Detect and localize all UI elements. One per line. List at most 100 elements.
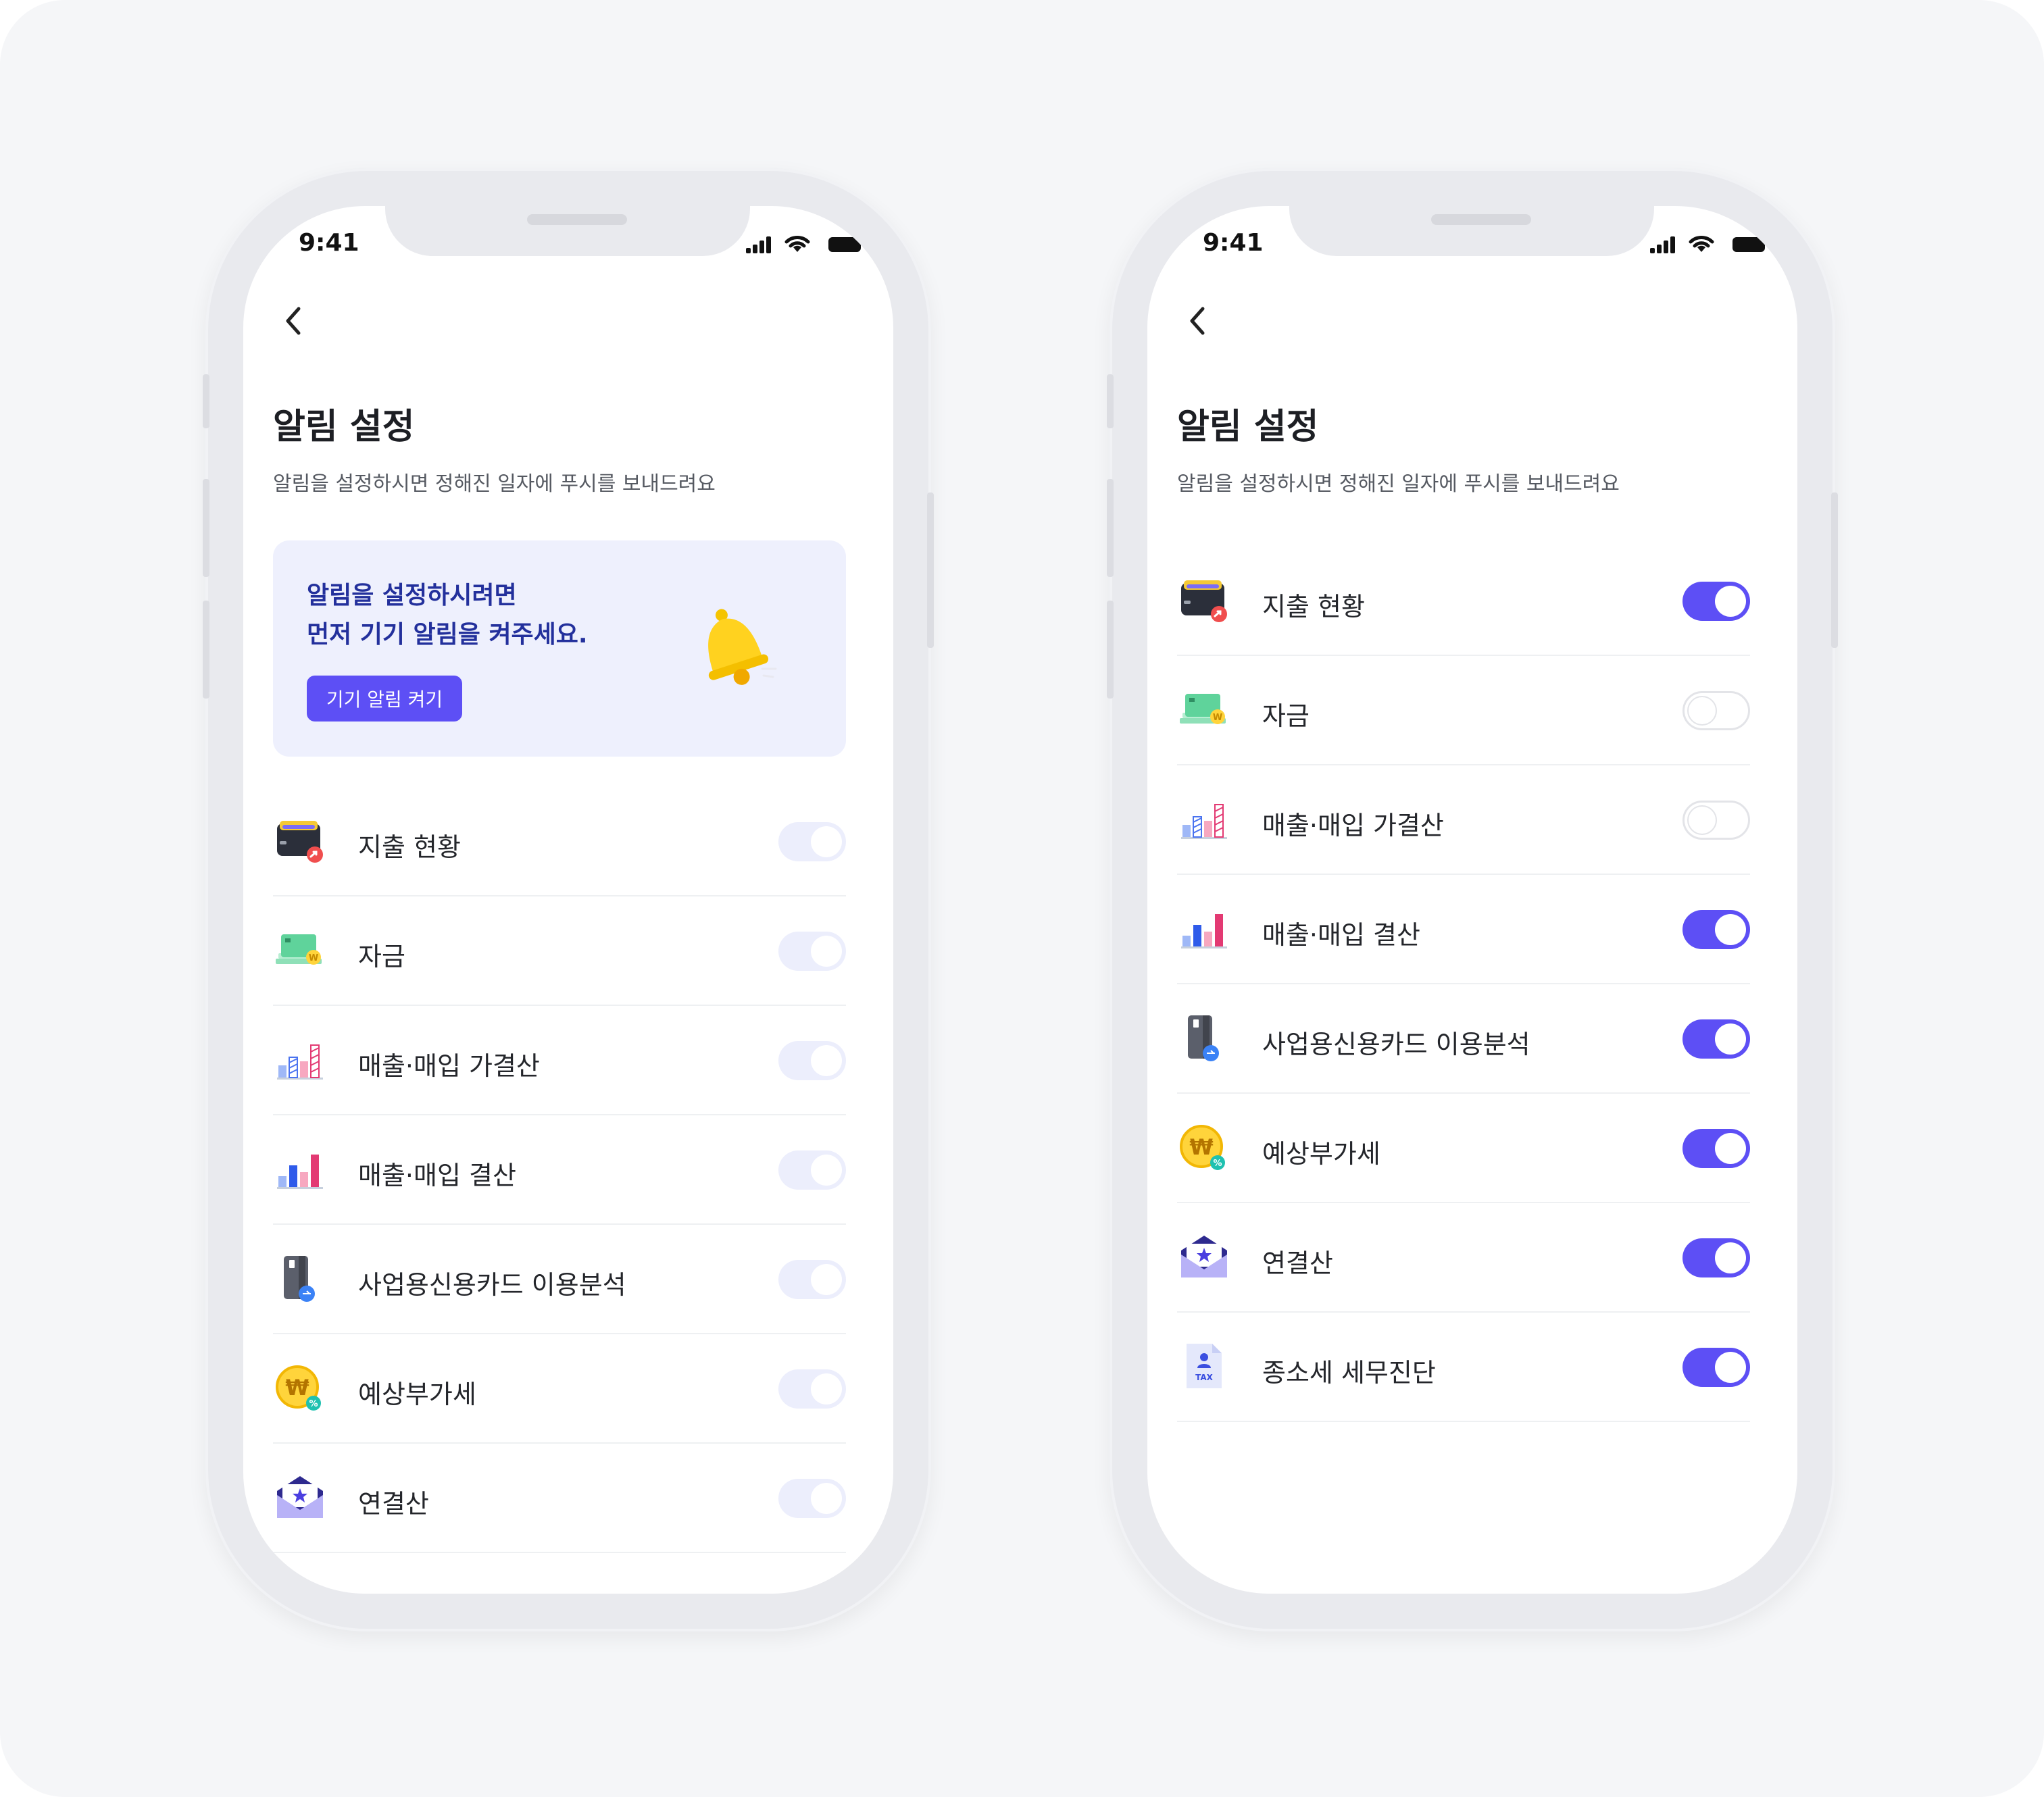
toggle-knob [1715,586,1746,617]
list-item: 매출·매입 가결산 [1177,765,1750,875]
wifi-icon [784,236,810,252]
signal-icon [1650,248,1655,253]
phone-left: 9:41 알림 설정 알림을 설정하시면 정해진 일자에 푸시를 보내드려요 알… [203,168,934,1631]
svg-text:₩: ₩ [285,1375,309,1400]
list-item-label: 사업용신용카드 이용분석 [358,1270,626,1300]
toggle-knob [1687,696,1717,726]
notification-toggle[interactable] [1682,910,1750,949]
notification-toggle[interactable] [778,1150,846,1190]
notification-toggle[interactable] [778,1260,846,1299]
list-item-label: 연결산 [358,1489,429,1519]
list-item: ₩% 예상부가세 [273,1334,846,1444]
svg-text:TAX: TAX [1195,1373,1214,1382]
notification-toggle[interactable] [778,1041,846,1080]
volume-up-button [203,479,209,577]
svg-text:₩: ₩ [1189,1134,1213,1160]
won-coin-icon: ₩% [276,1365,321,1411]
mute-switch [203,374,209,428]
page-subtitle: 알림을 설정하시면 정해진 일자에 푸시를 보내드려요 [1177,472,1620,496]
battery-icon [828,237,861,252]
toggle-knob [811,1155,842,1186]
list-item: 사업용신용카드 이용분석 [1177,984,1750,1094]
toggle-knob [1715,1133,1746,1164]
screen-right: 9:41 알림 설정 알림을 설정하시면 정해진 일자에 푸시를 보내드려요 지… [1147,206,1797,1594]
volume-down-button [1107,601,1114,699]
envelope-star-icon [277,1476,323,1518]
phone-right: 9:41 알림 설정 알림을 설정하시면 정해진 일자에 푸시를 보내드려요 지… [1107,168,1838,1631]
page-subtitle: 알림을 설정하시면 정해진 일자에 푸시를 보내드려요 [273,472,716,496]
notification-toggle[interactable] [1682,1238,1750,1277]
list-item-label: 예상부가세 [358,1380,476,1409]
status-icons [746,234,861,253]
power-button [1831,492,1838,648]
signal-bar [766,236,771,253]
notification-toggle[interactable] [1682,691,1750,730]
notification-toggle[interactable] [1682,1129,1750,1168]
envelope-star-icon [1181,1236,1227,1277]
toggle-knob [811,1264,842,1295]
notification-toggle[interactable] [778,1479,846,1518]
notification-toggle[interactable] [1682,582,1750,621]
list-item: ₩% 예상부가세 [1177,1094,1750,1203]
volume-down-button [203,601,209,699]
list-item: 매출·매입 결산 [1177,875,1750,984]
screen-left: 9:41 알림 설정 알림을 설정하시면 정해진 일자에 푸시를 보내드려요 알… [243,206,893,1594]
toggle-knob [811,1483,842,1514]
mute-switch [1107,374,1114,428]
list-item-label: 매출·매입 가결산 [358,1051,540,1081]
wallet-icon [277,821,323,863]
notification-toggle[interactable] [1682,801,1750,840]
toggle-knob [811,1045,842,1076]
back-button[interactable] [1181,301,1215,341]
notification-list: 지출 현황 W 자금매출·매입 가결산매출·매입 결산사업용신용카드 이용분석 ₩% 예… [1177,547,1750,1422]
battery-icon [1733,237,1765,252]
notification-toggle[interactable] [778,822,846,861]
notch [1289,206,1654,256]
list-item-label: 지출 현황 [1262,592,1365,622]
wifi-icon [1689,236,1714,252]
svg-text:%: % [309,1399,318,1409]
toggle-knob [1715,914,1746,945]
signal-bar [1657,245,1662,253]
list-item-label: 지출 현황 [358,832,461,862]
bell-icon [708,609,777,685]
notification-toggle[interactable] [778,932,846,971]
enable-device-notifications-button[interactable]: 기기 알림 켜기 [307,676,462,722]
list-item-label: 예상부가세 [1262,1139,1380,1169]
list-item: W 자금 [1177,656,1750,765]
toggle-knob [1715,1352,1746,1383]
speaker [1431,214,1531,225]
signal-bar [759,241,764,253]
list-item-label: 사업용신용카드 이용분석 [1262,1030,1530,1059]
wallet-icon [1181,580,1227,622]
credit-card-icon [284,1256,315,1302]
speaker [527,214,627,225]
list-item-label: 매출·매입 결산 [1262,920,1420,950]
list-item-label: 종소세 세무진단 [1262,1358,1436,1388]
notification-banner: 알림을 설정하시려면 먼저 기기 알림을 켜주세요. 기기 알림 켜기 [273,540,846,757]
list-item: W 자금 [273,896,846,1006]
notification-toggle[interactable] [778,1369,846,1409]
toggle-knob [811,936,842,967]
page-title: 알림 설정 [273,407,415,447]
list-item-label: 매출·매입 결산 [358,1161,516,1190]
bar-chart-icon [277,1155,323,1189]
cash-icon: W [276,934,322,965]
list-item: 연결산 [1177,1203,1750,1313]
toggle-knob [1687,805,1717,835]
list-item-label: 자금 [358,942,405,971]
list-item: 지출 현황 [1177,547,1750,656]
list-item: 매출·매입 가결산 [273,1006,846,1115]
list-item: TAX 종소세 세무진단 [1177,1313,1750,1422]
back-button[interactable] [277,301,311,341]
credit-card-icon [1188,1015,1219,1061]
signal-icon [746,248,751,253]
svg-text:W: W [1213,713,1222,723]
notification-list: 지출 현황 W 자금매출·매입 가결산매출·매입 결산사업용신용카드 이용분석 ₩% 예… [273,787,846,1553]
toggle-knob [811,1373,842,1404]
striped-chart-icon [277,1044,323,1080]
list-item-label: 매출·매입 가결산 [1262,811,1444,840]
page-title: 알림 설정 [1177,407,1319,447]
notification-toggle[interactable] [1682,1348,1750,1387]
notification-toggle[interactable] [1682,1019,1750,1059]
